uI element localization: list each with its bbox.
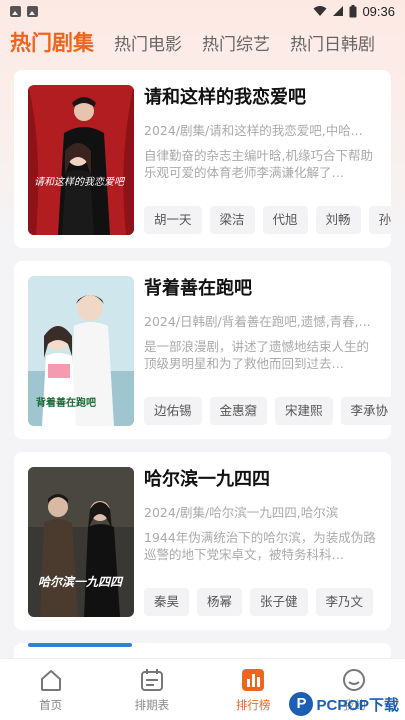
show-poster[interactable]: 背着善在跑吧 [28,276,134,426]
cast-chip[interactable]: 张子健 [250,588,308,616]
show-meta: 2024/剧集/哈尔滨一九四四,哈尔滨 [144,505,339,520]
poster-edge [28,643,132,647]
show-info: 哈尔滨一九四四 2024/剧集/哈尔滨一九四四,哈尔滨 1944年伪满统治下的哈… [144,466,380,563]
tab-hot-japan-korea[interactable]: 热门日韩剧 [290,30,375,55]
show-title[interactable]: 哈尔滨一九四四 [144,466,380,494]
profile-icon [343,669,366,691]
cast-chip[interactable]: 胡一天 [144,206,202,234]
show-poster[interactable]: 哈尔滨一九四四 [28,467,134,617]
cast-chip[interactable]: 代旭 [262,206,308,234]
show-card[interactable]: 请和这样的我恋爱吧 请和这样的我恋爱吧 2024/剧集/请和这样的我恋爱吧,中哈… [14,70,391,248]
cast-list: 胡一天 梁洁 代旭 刘畅 孙 [144,206,391,236]
gallery-notification-icon [10,5,21,17]
nav-schedule-label: 排期表 [134,698,170,712]
show-list: 请和这样的我恋爱吧 请和这样的我恋爱吧 2024/剧集/请和这样的我恋爱吧,中哈… [14,70,391,683]
show-description: 1944年伪满统治下的哈尔滨，为装成伪路巡警的地下党宋卓文，被特务科科… [144,530,376,562]
watermark-circle: P [289,692,314,716]
show-description: 是一部浪漫剧，讲述了遗憾地结束人生的顶级男明星和为了救他而回到过去… [144,339,370,371]
status-time: 09:36 [362,3,395,19]
watermark-logo: P PCPOP下载 [289,692,399,716]
tab-hot-movies[interactable]: 热门电影 [114,30,182,55]
show-title[interactable]: 请和这样的我恋爱吧 [144,84,380,112]
cast-chip[interactable]: 金惠奫 [209,397,268,425]
show-description: 自律勤奋的杂志主编叶晗,机缘巧合下帮助乐观可爱的体育老师李满谦化解了… [144,148,373,180]
cast-chip[interactable]: 刘畅 [315,206,361,234]
notification-icons [10,5,38,17]
battery-icon [349,4,357,17]
nav-schedule[interactable]: 排期表 [101,659,202,720]
cast-chip[interactable]: 李承协 [340,397,391,425]
cast-list: 秦昊 杨幂 张子健 李乃文 [144,588,391,618]
cast-list: 边佑锡 金惠奫 宋建熙 李承协 [144,397,391,427]
home-icon [40,670,61,691]
cast-chip[interactable]: 梁洁 [209,206,255,234]
cast-chip[interactable]: 宋建熙 [275,397,333,425]
cast-chip[interactable]: 边佑锡 [144,397,202,425]
show-title[interactable]: 背着善在跑吧 [144,275,380,303]
nav-home-label: 首页 [39,698,63,712]
nav-ranking-label: 排行榜 [235,698,271,712]
status-bar: 09:36 [0,0,405,22]
show-info: 请和这样的我恋爱吧 2024/剧集/请和这样的我恋爱吧,中哈... 自律勤奋的杂… [144,84,380,181]
poster-title-art: 请和这样的我恋爱吧 [34,177,124,188]
nav-home[interactable]: 首页 [0,659,101,720]
cast-chip[interactable]: 杨幂 [197,588,243,616]
ranking-icon [242,669,265,691]
category-tabs: 热门剧集 热门电影 热门综艺 热门日韩剧 [0,24,405,60]
show-meta: 2024/剧集/请和这样的我恋爱吧,中哈... [144,123,363,138]
show-poster[interactable]: 请和这样的我恋爱吧 [28,85,134,235]
poster-title-art: 背着善在跑吧 [36,398,96,409]
cast-chip[interactable]: 李乃文 [315,588,374,616]
tab-hot-series[interactable]: 热门剧集 [10,27,94,57]
show-meta: 2024/日韩剧/背着善在跑吧,遗憾,青春,... [144,314,371,329]
signal-icon [333,6,344,16]
watermark-text: PCPOP下载 [316,696,399,714]
show-info: 背着善在跑吧 2024/日韩剧/背着善在跑吧,遗憾,青春,... 是一部浪漫剧，… [144,275,380,372]
cast-chip[interactable]: 孙 [368,206,391,234]
cast-chip[interactable]: 秦昊 [144,588,190,616]
show-card[interactable]: 背着善在跑吧 背着善在跑吧 2024/日韩剧/背着善在跑吧,遗憾,青春,... … [14,261,391,439]
show-card[interactable]: 哈尔滨一九四四 哈尔滨一九四四 2024/剧集/哈尔滨一九四四,哈尔滨 1944… [14,452,391,630]
tab-hot-variety[interactable]: 热门综艺 [202,30,270,55]
schedule-icon [140,669,163,691]
wifi-icon [313,6,327,16]
image-notification-icon [27,5,38,17]
poster-title-art: 哈尔滨一九四四 [38,575,123,589]
system-status: 09:36 [313,4,395,19]
